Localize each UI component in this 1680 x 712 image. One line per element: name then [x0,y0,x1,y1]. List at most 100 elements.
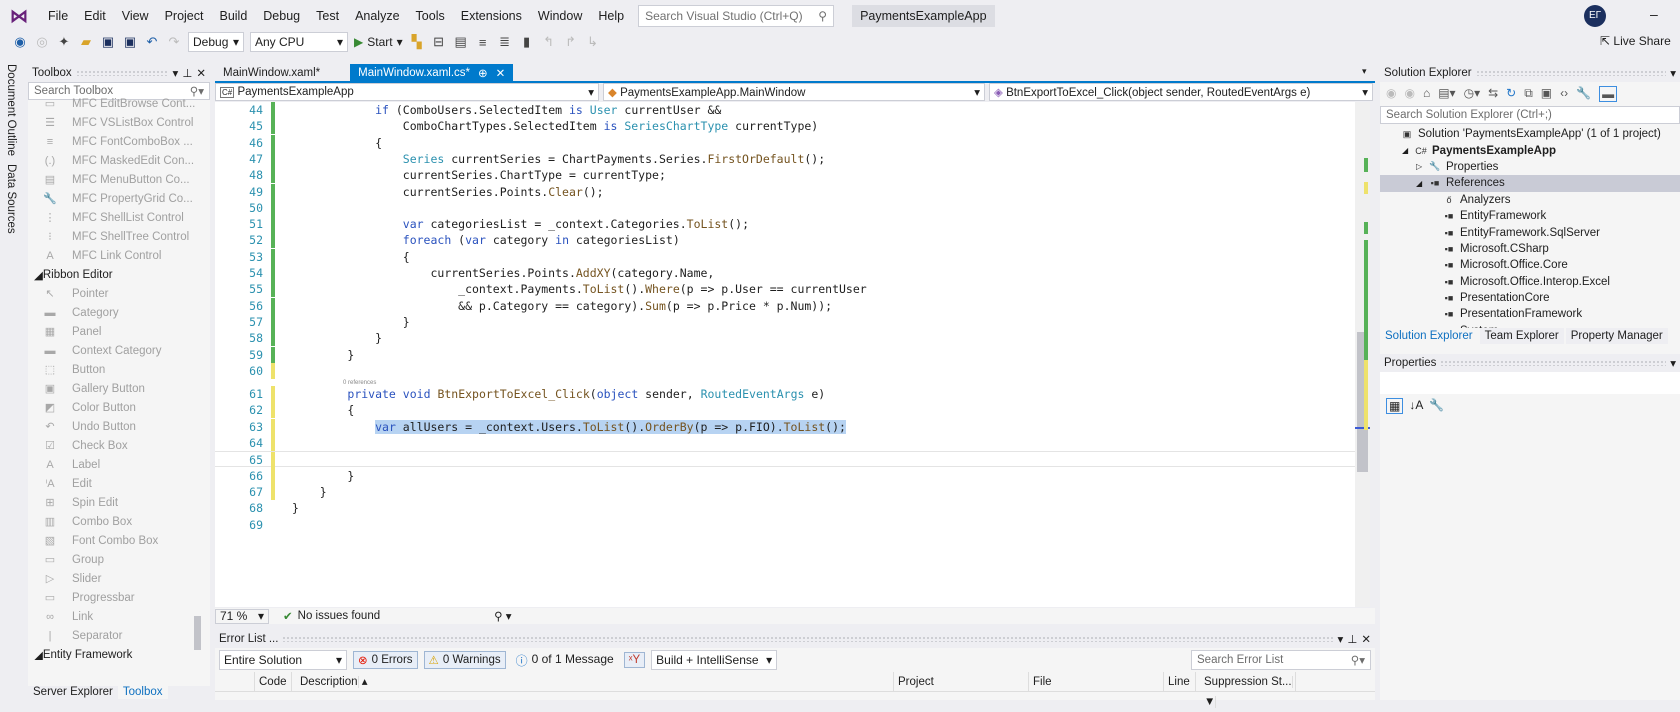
column-description[interactable]: Description ▴ [292,671,894,692]
column-severity[interactable] [215,671,255,692]
solution-tree-item[interactable]: ő Analyzers [1380,192,1680,208]
close-icon[interactable]: ✕ [1361,632,1371,646]
toolbox-item[interactable]: ▦ Panel [28,322,210,341]
live-share-button[interactable]: ⇱ Live Share [1600,34,1671,48]
menu-build[interactable]: Build [211,9,255,23]
tab-solution-explorer[interactable]: Solution Explorer [1380,328,1478,344]
tab-property-manager[interactable]: Property Manager [1565,328,1668,344]
column-code[interactable]: Code [255,671,292,692]
menu-help[interactable]: Help [590,9,632,23]
close-icon[interactable]: ✕ [496,66,506,80]
code-editor[interactable]: 44 if (ComboUsers.SelectedItem is User c… [215,102,1355,607]
prev-bookmark-icon[interactable]: ↰ [541,34,557,50]
toolbox-item[interactable]: ↶ Undo Button [28,417,210,436]
toolbox-item[interactable]: ↖ Pointer [28,284,210,303]
expand-arrow-icon[interactable]: ◢ [1416,179,1428,188]
toolbox-item[interactable]: ▥ Combo Box [28,512,210,531]
toolbox-item[interactable]: ▭ MFC EditBrowse Cont... [28,94,210,113]
comment-icon[interactable]: ≡ [475,35,491,50]
solution-tree-item[interactable]: ▪■ Microsoft.Office.Interop.Excel [1380,274,1680,290]
member-dropdown[interactable]: ◈ BtnExportToExcel_Click(object sender, … [989,83,1373,101]
toolbox-item[interactable]: ▬ Context Category [28,341,210,360]
toolbox-item[interactable]: ≡ MFC FontComboBox ... [28,132,210,151]
menu-debug[interactable]: Debug [255,9,308,23]
open-folder-icon[interactable]: ▰ [78,34,94,50]
solution-tree-item[interactable]: ▪■ EntityFramework [1380,208,1680,224]
back-icon[interactable]: ◉ [12,34,28,50]
uncomment-icon[interactable]: ≣ [497,34,513,50]
menu-tools[interactable]: Tools [408,9,453,23]
toolbox-item[interactable]: ▤ MFC MenuButton Co... [28,170,210,189]
dropdown-icon[interactable]: ▾ [1338,632,1344,646]
toolbox-scrollbar-thumb[interactable] [194,616,201,650]
editor-vertical-scrollbar[interactable] [1355,102,1370,607]
toolbox-item[interactable]: ⬚ Button [28,360,210,379]
bookmark-icon[interactable]: ▮ [519,34,535,50]
zoom-select[interactable]: 71 % ▾ [215,608,269,624]
solution-tree-item[interactable]: ◢ ▪■ References [1380,175,1680,192]
expand-arrow-icon[interactable]: ◢ [1402,146,1414,155]
menu-analyze[interactable]: Analyze [347,9,407,23]
dropdown-icon[interactable]: ▾ [1670,66,1676,80]
column-line[interactable]: Line [1164,671,1196,692]
properties-icon[interactable]: 🔧 [1576,86,1591,102]
menu-file[interactable]: File [40,9,76,23]
tab-mainwindow-xaml-cs[interactable]: MainWindow.xaml.cs* ⊕ ✕ [350,64,514,82]
toolbox-item[interactable]: (.) MFC MaskedEdit Con... [28,151,210,170]
pending-changes-icon[interactable]: ◷▾ [1464,86,1481,102]
next-bookmark-icon[interactable]: ↱ [563,34,579,50]
toolbox-item[interactable]: ▬ Category [28,303,210,322]
toolbox-item[interactable]: ⁝ MFC ShellTree Control [28,227,210,246]
error-list-search-input[interactable]: Search Error List ⚲▾ [1191,650,1371,670]
messages-filter-button[interactable]: ⓘ 0 of 1 Message [512,652,618,669]
forward-icon[interactable]: ◎ [34,34,50,50]
toolbox-item[interactable]: ▭ Progressbar [28,588,210,607]
toolbox-item[interactable]: ⊞ Spin Edit [28,493,210,512]
dropdown-icon[interactable]: ▾ [1670,356,1676,370]
save-all-icon[interactable]: ▣ [122,34,138,50]
tab-overflow-icon[interactable]: ▾ [1362,66,1367,77]
visual-studio-logo-icon[interactable]: ⋈ [10,6,30,26]
undo-icon[interactable]: ↶ [144,34,160,50]
column-project[interactable]: Project [894,671,1029,692]
toolbox-item[interactable]: ▭ Group [28,550,210,569]
menu-test[interactable]: Test [308,9,347,23]
toolbox-item[interactable]: ◩ Color Button [28,398,210,417]
column-suppression-state[interactable]: Suppression St... ▼ [1196,671,1296,708]
tab-team-explorer[interactable]: Team Explorer [1479,328,1564,344]
tab-mainwindow-xaml[interactable]: MainWindow.xaml* [215,64,328,82]
toolbox-item[interactable]: ∞ Link [28,607,210,626]
source-select[interactable]: Build + IntelliSense ▾ [651,650,778,670]
new-project-icon[interactable]: ✦ [56,34,72,50]
show-all-files-icon[interactable]: ▣ [1541,86,1552,102]
server-explorer-tab[interactable]: Server Explorer [28,685,118,699]
toolbox-item[interactable]: 🔧 MFC PropertyGrid Co... [28,189,210,208]
configuration-select[interactable]: Debug ▾ [188,32,244,52]
expand-arrow-icon[interactable]: ▷ [1416,162,1428,171]
data-sources-tab[interactable]: Data Sources [5,164,17,234]
menu-project[interactable]: Project [157,9,212,23]
toolbox-item[interactable]: A Label [28,455,210,474]
pin-icon[interactable]: ⊥ [1347,632,1357,646]
toolbox-group-header[interactable]: ◢ Entity Framework [28,645,210,661]
alphabetical-icon[interactable]: ↓A [1409,398,1423,414]
save-icon[interactable]: ▣ [100,34,116,50]
toolbox-item[interactable]: ▣ Gallery Button [28,379,210,398]
start-button[interactable]: ▶ Start ▾ [354,35,403,49]
menu-extensions[interactable]: Extensions [453,9,530,23]
refresh-icon[interactable]: ↻ [1506,86,1516,102]
toolbox-item[interactable]: ▧ Font Combo Box [28,531,210,550]
sync-icon[interactable]: ⇆ [1488,86,1498,102]
menu-edit[interactable]: Edit [76,9,114,23]
toolbox-item[interactable]: ☰ MFC VSListBox Control [28,113,210,132]
toolbox-item[interactable]: A MFC Link Control [28,246,210,265]
class-dropdown[interactable]: ◆ PaymentsExampleApp.MainWindow ▾ [603,83,985,101]
toolbox-tab[interactable]: Toolbox [117,685,168,699]
toolbox-item[interactable]: ⁱA Edit [28,474,210,493]
solution-tree-item[interactable]: ▣ Solution 'PaymentsExampleApp' (1 of 1 p… [1380,126,1680,142]
find-icon[interactable]: ▚ [409,34,425,50]
switch-views-icon[interactable]: ▤▾ [1438,86,1455,102]
search-visual-studio-input[interactable]: Search Visual Studio (Ctrl+Q) ⚲ [638,4,835,27]
step-over-icon[interactable]: ▤ [453,34,469,50]
back-icon[interactable]: ◉ [1386,86,1396,102]
